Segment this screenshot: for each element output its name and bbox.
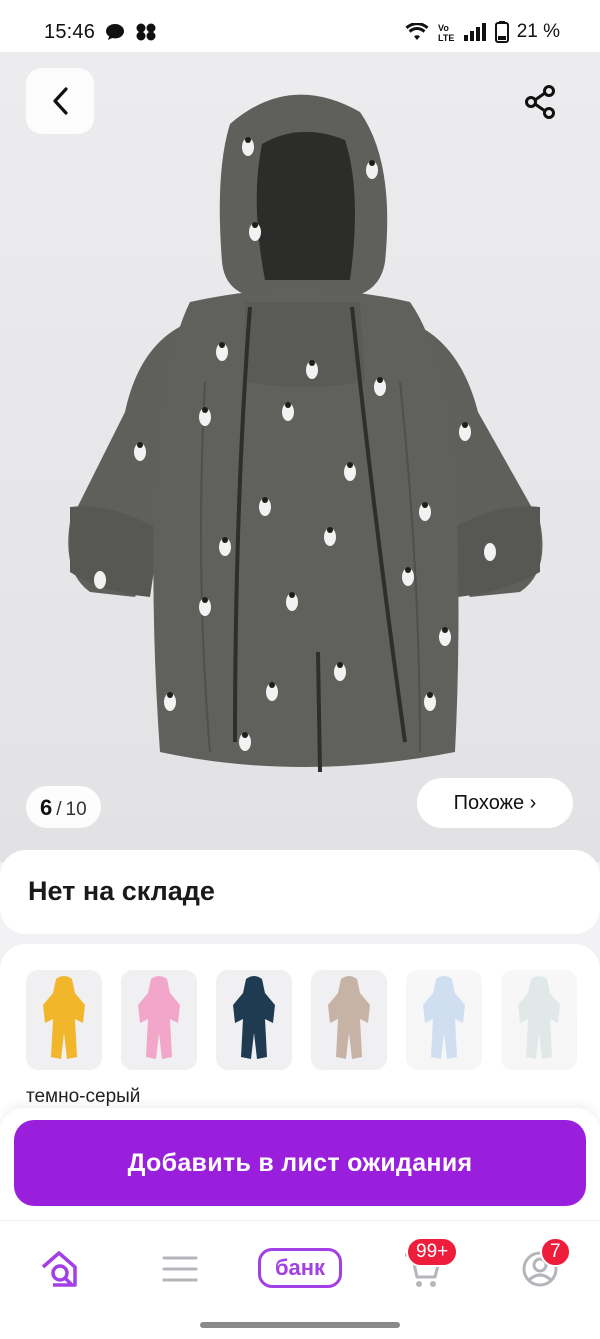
counter-separator: /	[56, 799, 62, 820]
signal-icon	[463, 23, 487, 41]
status-left: 15:46	[44, 21, 157, 44]
color-variants-card: темно-серый	[0, 944, 600, 1134]
suit-navy-thumbnail	[233, 976, 275, 1059]
image-counter: 6 / 10	[26, 786, 101, 828]
menu-icon	[162, 1255, 198, 1283]
back-button[interactable]	[26, 68, 94, 134]
swatch-navy[interactable]	[216, 970, 292, 1070]
stock-status-title: Нет на складе	[28, 876, 215, 906]
volte-icon: Vo LTE	[437, 22, 455, 42]
swatch-light-blue[interactable]	[406, 970, 482, 1070]
suit-yellow-thumbnail	[43, 976, 85, 1059]
counter-total: 10	[65, 799, 87, 820]
nav-catalog[interactable]	[150, 1245, 210, 1293]
nav-bank[interactable]: банк	[258, 1248, 342, 1288]
product-image	[0, 52, 600, 862]
suit-pink-thumbnail	[138, 976, 180, 1059]
share-button[interactable]	[514, 78, 566, 126]
swatch-pink[interactable]	[121, 970, 197, 1070]
add-to-waitlist-button[interactable]: Добавить в лист ожидания	[14, 1120, 586, 1206]
chevron-left-icon	[50, 86, 70, 116]
wifi-icon	[405, 23, 429, 41]
stock-status-card: Нет на складе	[0, 850, 600, 934]
color-swatches	[26, 970, 600, 1070]
counter-current: 6	[40, 795, 53, 820]
chat-bubble-icon	[105, 23, 125, 41]
cart-badge: 99+	[406, 1237, 459, 1267]
suit-beige-thumbnail	[328, 976, 370, 1059]
swatch-yellow[interactable]	[26, 970, 102, 1070]
svg-text:LTE: LTE	[438, 33, 454, 42]
battery-icon	[494, 21, 509, 43]
nav-home[interactable]	[30, 1245, 90, 1293]
battery-percent: 21 %	[516, 21, 560, 42]
app-cluster-icon	[135, 22, 157, 42]
status-right: Vo LTE 21 %	[405, 21, 560, 43]
product-gallery[interactable]: 6 / 10 Похоже ›	[0, 52, 600, 862]
similar-button[interactable]: Похоже ›	[417, 778, 573, 828]
suit-light-blue-thumbnail	[423, 976, 465, 1059]
svg-text:Vo: Vo	[438, 23, 449, 33]
home-search-icon	[39, 1249, 81, 1289]
cta-zone: Добавить в лист ожидания	[0, 1108, 600, 1220]
selected-color-label: темно-серый	[26, 1086, 141, 1107]
status-time: 15:46	[44, 20, 96, 43]
swatch-beige[interactable]	[311, 970, 387, 1070]
swatch-mint[interactable]	[501, 970, 577, 1070]
profile-badge: 7	[540, 1237, 571, 1267]
home-indicator[interactable]	[200, 1322, 400, 1328]
share-icon	[524, 85, 556, 119]
suit-mint-thumbnail	[518, 976, 560, 1059]
